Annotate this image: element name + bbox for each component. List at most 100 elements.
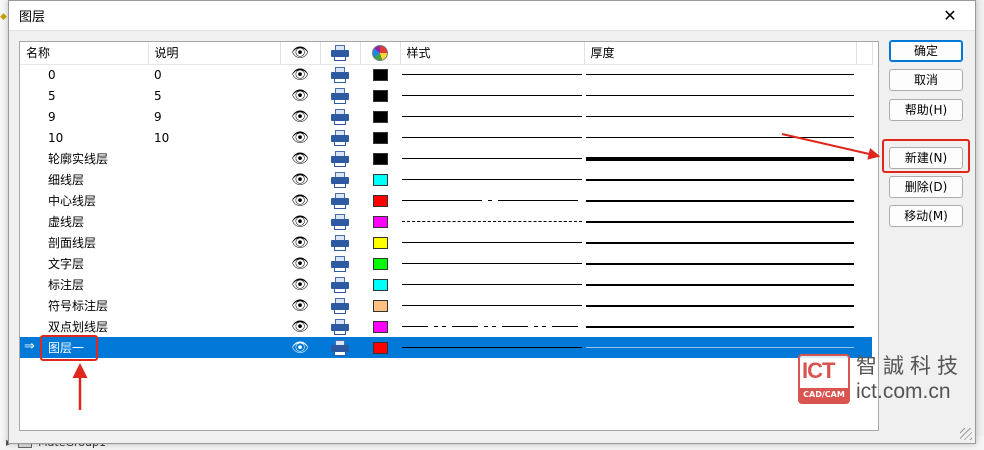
layer-name[interactable]: 10	[20, 127, 148, 148]
layer-line-style[interactable]	[400, 64, 584, 85]
layer-name[interactable]: 中心线层	[20, 190, 148, 211]
layer-print-toggle[interactable]	[320, 106, 360, 127]
layer-color[interactable]	[360, 148, 400, 169]
layer-color[interactable]	[360, 295, 400, 316]
layer-desc[interactable]	[148, 295, 280, 316]
layer-desc[interactable]: 0	[148, 64, 280, 85]
layer-name[interactable]: 双点划线层	[20, 316, 148, 337]
layer-line-thickness[interactable]	[584, 169, 856, 190]
column-header-style[interactable]: 样式	[400, 42, 585, 65]
layer-line-style[interactable]	[400, 295, 584, 316]
column-header-thickness[interactable]: 厚度	[584, 42, 857, 65]
layer-print-toggle[interactable]	[320, 169, 360, 190]
layer-name[interactable]: 9	[20, 106, 148, 127]
layer-desc[interactable]	[148, 211, 280, 232]
layer-visible-toggle[interactable]: 👁	[280, 211, 320, 232]
layer-print-toggle[interactable]	[320, 316, 360, 337]
new-button[interactable]: 新建(N)	[889, 147, 963, 169]
layer-row[interactable]: 符号标注层 👁	[20, 295, 872, 316]
layer-name[interactable]: 虚线层	[20, 211, 148, 232]
layer-line-style[interactable]	[400, 169, 584, 190]
layer-visible-toggle[interactable]: 👁	[280, 274, 320, 295]
delete-button[interactable]: 删除(D)	[889, 176, 963, 198]
layer-row[interactable]: 虚线层 👁	[20, 211, 872, 232]
layer-desc[interactable]: 5	[148, 85, 280, 106]
layer-print-toggle[interactable]	[320, 85, 360, 106]
layer-desc[interactable]	[148, 190, 280, 211]
layer-color[interactable]	[360, 85, 400, 106]
layer-desc[interactable]: 10	[148, 127, 280, 148]
layer-row[interactable]: 标注层 👁	[20, 274, 872, 295]
layer-print-toggle[interactable]	[320, 253, 360, 274]
layer-color[interactable]	[360, 106, 400, 127]
layer-line-thickness[interactable]	[584, 295, 856, 316]
layer-row[interactable]: ⇒ 图层一 👁	[20, 337, 872, 358]
ok-button[interactable]: 确定	[889, 40, 963, 62]
layer-visible-toggle[interactable]: 👁	[280, 190, 320, 211]
layer-print-toggle[interactable]	[320, 211, 360, 232]
resize-grip-icon[interactable]	[960, 428, 972, 440]
layer-line-style[interactable]	[400, 85, 584, 106]
layer-row[interactable]: 轮廓实线层 👁	[20, 148, 872, 169]
layer-visible-toggle[interactable]: 👁	[280, 106, 320, 127]
layer-visible-toggle[interactable]: 👁	[280, 232, 320, 253]
layer-list[interactable]: 名称 说明 👁 样式 厚度 0 0 👁 5 5 👁 9 9 👁 10 10 👁 轮廓实线层 👁 细线层 👁 中心…	[19, 41, 879, 431]
layer-line-thickness[interactable]	[584, 211, 856, 232]
layer-visible-toggle[interactable]: 👁	[280, 64, 320, 85]
layer-desc[interactable]	[148, 274, 280, 295]
layer-print-toggle[interactable]	[320, 148, 360, 169]
layer-visible-toggle[interactable]: 👁	[280, 316, 320, 337]
layer-desc[interactable]	[148, 337, 280, 358]
layer-print-toggle[interactable]	[320, 232, 360, 253]
layer-color[interactable]	[360, 337, 400, 358]
layer-color[interactable]	[360, 127, 400, 148]
layer-color[interactable]	[360, 211, 400, 232]
column-header-visible[interactable]: 👁	[280, 42, 321, 65]
layer-print-toggle[interactable]	[320, 295, 360, 316]
layer-line-thickness[interactable]	[584, 316, 856, 337]
layer-line-style[interactable]	[400, 274, 584, 295]
layer-print-toggle[interactable]	[320, 274, 360, 295]
layer-print-toggle[interactable]	[320, 127, 360, 148]
layer-row[interactable]: 文字层 👁	[20, 253, 872, 274]
layer-color[interactable]	[360, 169, 400, 190]
layer-line-style[interactable]	[400, 316, 584, 337]
layer-visible-toggle[interactable]: 👁	[280, 253, 320, 274]
layer-line-style[interactable]	[400, 232, 584, 253]
layer-row[interactable]: 双点划线层 👁	[20, 316, 872, 337]
layer-visible-toggle[interactable]: 👁	[280, 127, 320, 148]
layer-name[interactable]: 剖面线层	[20, 232, 148, 253]
layer-line-style[interactable]	[400, 190, 584, 211]
layer-visible-toggle[interactable]: 👁	[280, 169, 320, 190]
layer-line-style[interactable]	[400, 127, 584, 148]
layer-name[interactable]: ⇒ 图层一	[20, 337, 148, 358]
layer-color[interactable]	[360, 274, 400, 295]
layer-name[interactable]: 标注层	[20, 274, 148, 295]
close-icon[interactable]: ✕	[935, 6, 965, 25]
layer-desc[interactable]: 9	[148, 106, 280, 127]
layer-print-toggle[interactable]	[320, 64, 360, 85]
column-header-print[interactable]	[320, 42, 361, 65]
layer-line-style[interactable]	[400, 253, 584, 274]
layer-line-thickness[interactable]	[584, 232, 856, 253]
layer-color[interactable]	[360, 232, 400, 253]
layer-desc[interactable]	[148, 169, 280, 190]
column-header-color[interactable]	[360, 42, 401, 65]
layer-visible-toggle[interactable]: 👁	[280, 295, 320, 316]
layer-line-thickness[interactable]	[584, 253, 856, 274]
layer-name[interactable]: 文字层	[20, 253, 148, 274]
layer-line-thickness[interactable]	[584, 127, 856, 148]
layer-color[interactable]	[360, 316, 400, 337]
layer-line-style[interactable]	[400, 106, 584, 127]
layer-desc[interactable]	[148, 148, 280, 169]
layer-line-style[interactable]	[400, 337, 584, 358]
layer-line-thickness[interactable]	[584, 85, 856, 106]
layer-row[interactable]: 细线层 👁	[20, 169, 872, 190]
layer-row[interactable]: 10 10 👁	[20, 127, 872, 148]
layer-visible-toggle[interactable]: 👁	[280, 337, 320, 358]
layer-name[interactable]: 符号标注层	[20, 295, 148, 316]
layer-line-thickness[interactable]	[584, 274, 856, 295]
layer-print-toggle[interactable]	[320, 337, 360, 358]
layer-color[interactable]	[360, 253, 400, 274]
layer-line-thickness[interactable]	[584, 64, 856, 85]
